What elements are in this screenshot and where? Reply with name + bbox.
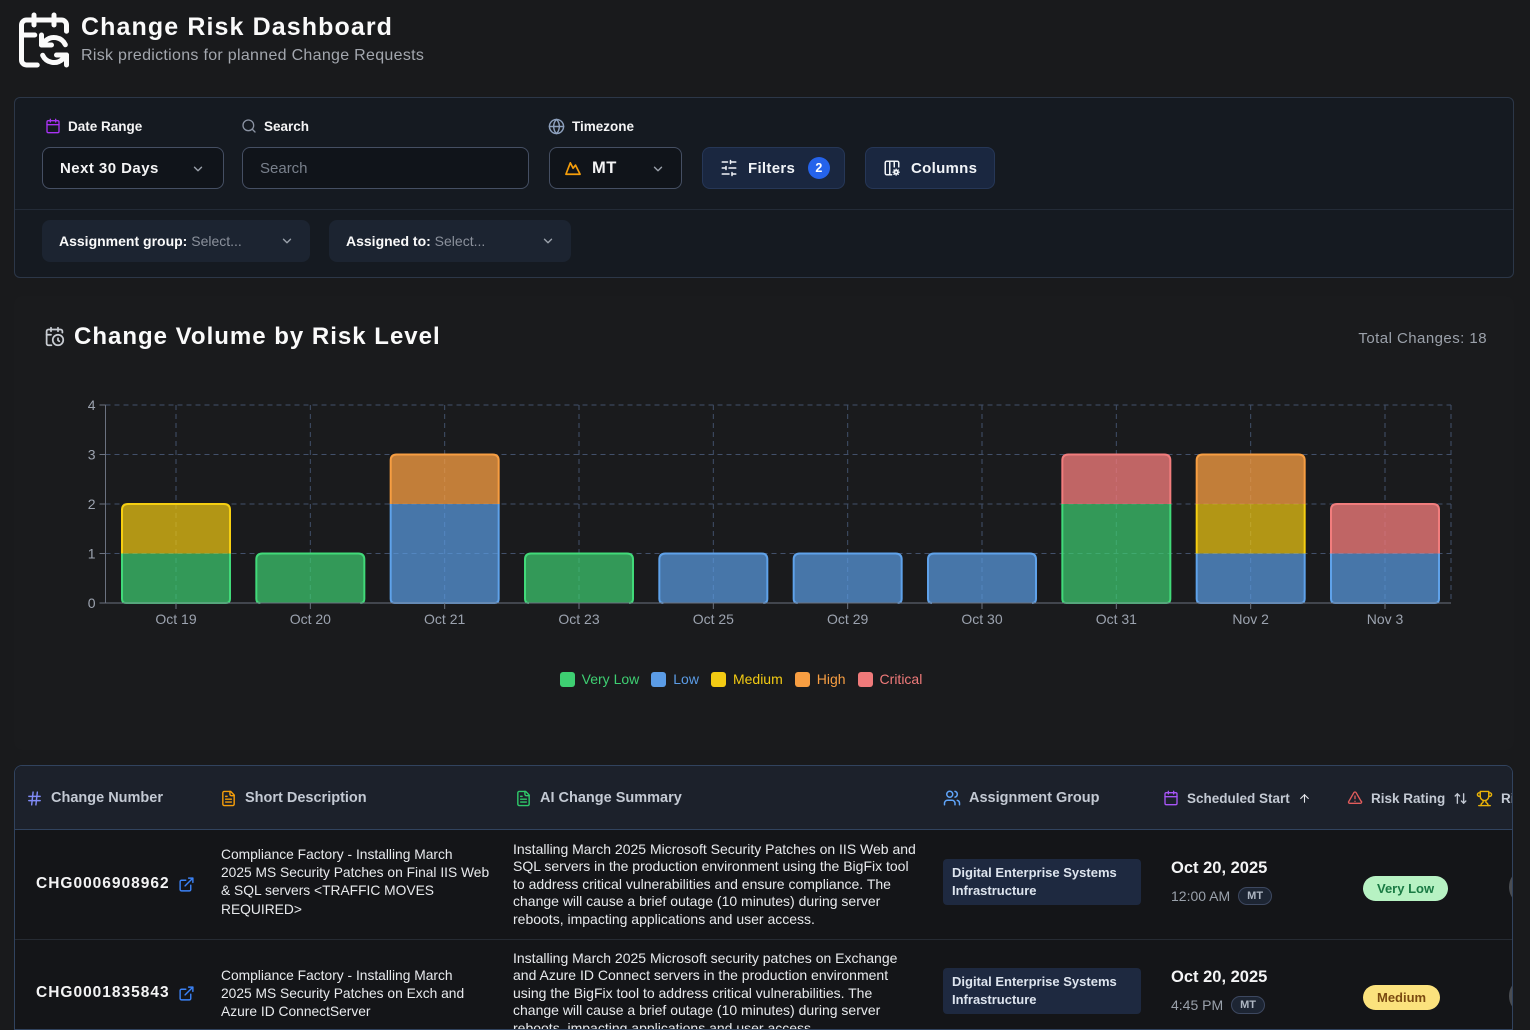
svg-text:2: 2	[88, 496, 96, 512]
svg-text:Oct 20: Oct 20	[290, 611, 331, 627]
svg-text:Oct 29: Oct 29	[827, 611, 868, 627]
svg-text:Oct 21: Oct 21	[424, 611, 465, 627]
svg-text:Nov 3: Nov 3	[1367, 611, 1404, 627]
svg-text:Oct 25: Oct 25	[693, 611, 734, 627]
svg-text:0: 0	[88, 595, 96, 611]
svg-text:Oct 23: Oct 23	[558, 611, 599, 627]
svg-text:Nov 2: Nov 2	[1232, 611, 1269, 627]
svg-text:1: 1	[88, 546, 96, 562]
svg-text:4: 4	[88, 397, 96, 413]
svg-text:Oct 30: Oct 30	[961, 611, 1002, 627]
svg-text:Oct 19: Oct 19	[155, 611, 196, 627]
svg-text:3: 3	[88, 447, 96, 463]
svg-text:Oct 31: Oct 31	[1096, 611, 1137, 627]
